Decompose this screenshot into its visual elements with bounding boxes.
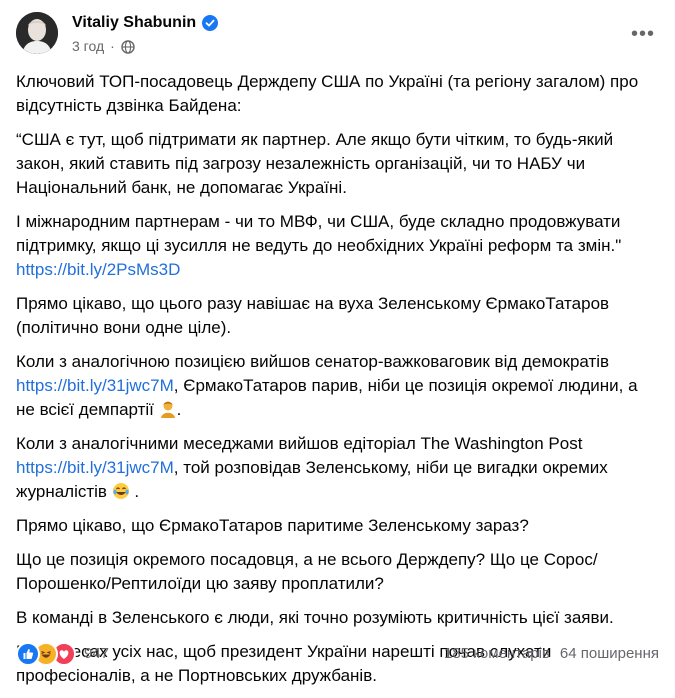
tears-of-joy-emoji-icon bbox=[112, 482, 130, 500]
verified-badge-icon bbox=[202, 15, 219, 31]
more-dots-icon: ••• bbox=[630, 22, 655, 45]
person-shrug-emoji-icon bbox=[159, 400, 177, 418]
more-options-button[interactable]: ••• bbox=[627, 18, 659, 50]
paragraph-4: Прямо цікаво, що цього разу навішає на в… bbox=[16, 294, 610, 337]
paragraph-8: Що це позиція окремого посадовця, а не в… bbox=[16, 550, 598, 593]
shares-count-link[interactable]: 64 поширення bbox=[560, 642, 659, 666]
avatar[interactable] bbox=[16, 12, 58, 54]
paragraph-9: В команді в Зеленського є люди, які точн… bbox=[16, 608, 614, 627]
post-time[interactable]: 3 год bbox=[72, 36, 104, 56]
post-meta: 3 год · bbox=[72, 36, 135, 56]
reaction-count: 947 bbox=[84, 645, 110, 662]
post-header: Vitaliy Shabunin 3 год · ••• bbox=[16, 12, 659, 60]
reactions-summary[interactable]: 947 bbox=[16, 642, 109, 666]
post-footer: 947 185 коментарів 64 поширення bbox=[16, 640, 659, 668]
paragraph-2: “США є тут, щоб підтримати як партнер. А… bbox=[16, 130, 614, 197]
paragraph-3: І міжнародним партнерам - чи то МВФ, чи … bbox=[16, 212, 622, 279]
paragraph-5: Коли з аналогічною позицією вийшов сенат… bbox=[16, 352, 638, 419]
meta-separator: · bbox=[110, 38, 115, 54]
link[interactable]: https://bit.ly/31jwc7M bbox=[16, 376, 174, 395]
paragraph-1: Ключовий ТОП-посадовець Держдепу США по … bbox=[16, 72, 639, 115]
author-line: Vitaliy Shabunin bbox=[72, 12, 219, 34]
post-body: Ключовий ТОП-посадовець Держдепу США по … bbox=[16, 70, 661, 698]
comments-count-link[interactable]: 185 коментарів bbox=[444, 642, 550, 666]
paragraph-6: Коли з аналогічними меседжами вийшов еді… bbox=[16, 434, 608, 501]
globe-icon bbox=[121, 39, 135, 54]
link[interactable]: https://bit.ly/31jwc7M bbox=[16, 458, 174, 477]
like-reaction-icon bbox=[16, 642, 40, 666]
avatar-photo-icon bbox=[16, 12, 58, 54]
author-name[interactable]: Vitaliy Shabunin bbox=[72, 12, 196, 34]
engagement-counts: 185 коментарів 64 поширення bbox=[444, 642, 659, 666]
paragraph-7: Прямо цікаво, що ЄрмакоТатаров паритиме … bbox=[16, 516, 529, 535]
link[interactable]: https://bit.ly/2PsMs3D bbox=[16, 260, 180, 279]
